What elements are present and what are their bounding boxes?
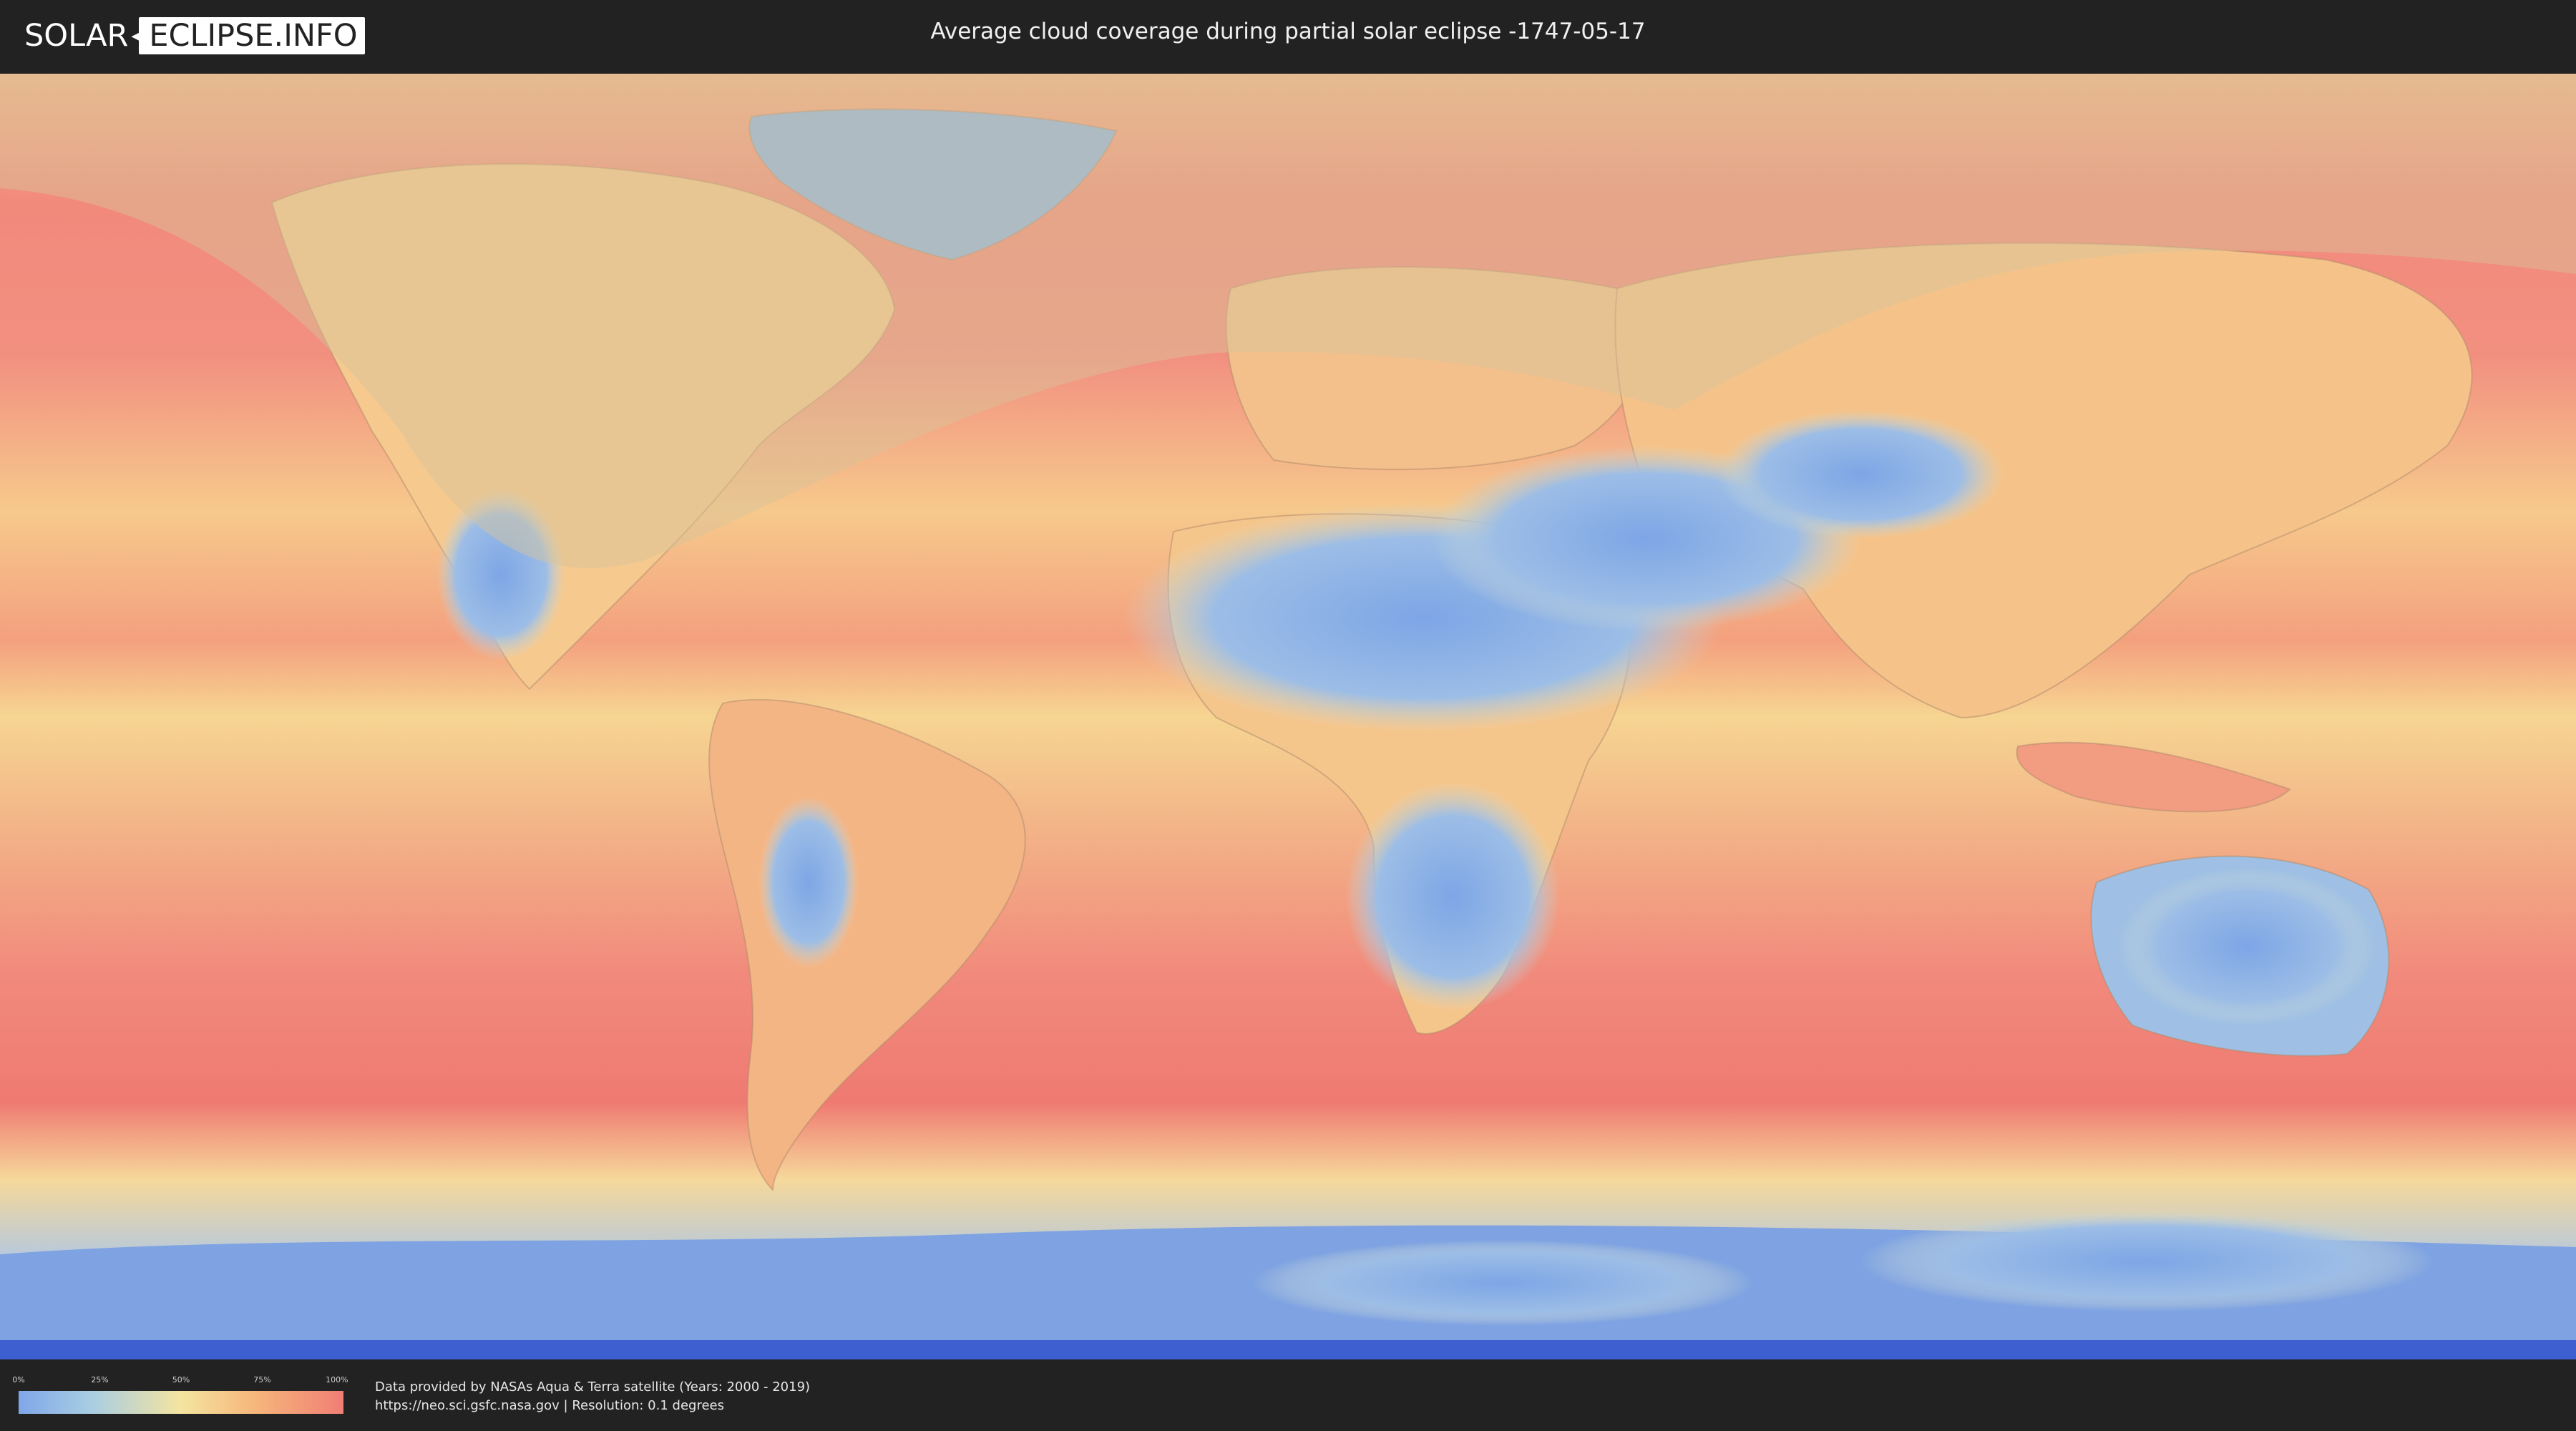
page-title: Average cloud coverage during partial so… bbox=[930, 19, 1646, 44]
legend-tick-50: 50% bbox=[172, 1375, 190, 1384]
top-bar: SOLAR ◀ ECLIPSE.INFO Average cloud cover… bbox=[0, 0, 2576, 70]
legend-gradient-bar bbox=[19, 1391, 343, 1414]
legend-tick-0: 0% bbox=[12, 1375, 25, 1384]
south-edge-strip bbox=[0, 1340, 2576, 1359]
cloud-coverage-map[interactable] bbox=[0, 74, 2576, 1359]
world-map-svg bbox=[0, 74, 2576, 1359]
legend-tick-100: 100% bbox=[326, 1375, 348, 1384]
credits-link[interactable]: https://neo.sci.gsfc.nasa.gov | Resoluti… bbox=[375, 1397, 810, 1415]
legend-tick-75: 75% bbox=[253, 1375, 271, 1384]
logo-eclipse-icon: ◀ bbox=[131, 26, 144, 45]
data-credits: Data provided by NASAs Aqua & Terra sate… bbox=[375, 1378, 810, 1415]
cloud-coverage-legend: 0% 25% 50% 75% 100% bbox=[12, 1375, 348, 1414]
legend-ticks: 0% 25% 50% 75% 100% bbox=[12, 1375, 348, 1388]
credits-source: Data provided by NASAs Aqua & Terra sate… bbox=[375, 1379, 811, 1395]
legend-tick-25: 25% bbox=[91, 1375, 109, 1384]
